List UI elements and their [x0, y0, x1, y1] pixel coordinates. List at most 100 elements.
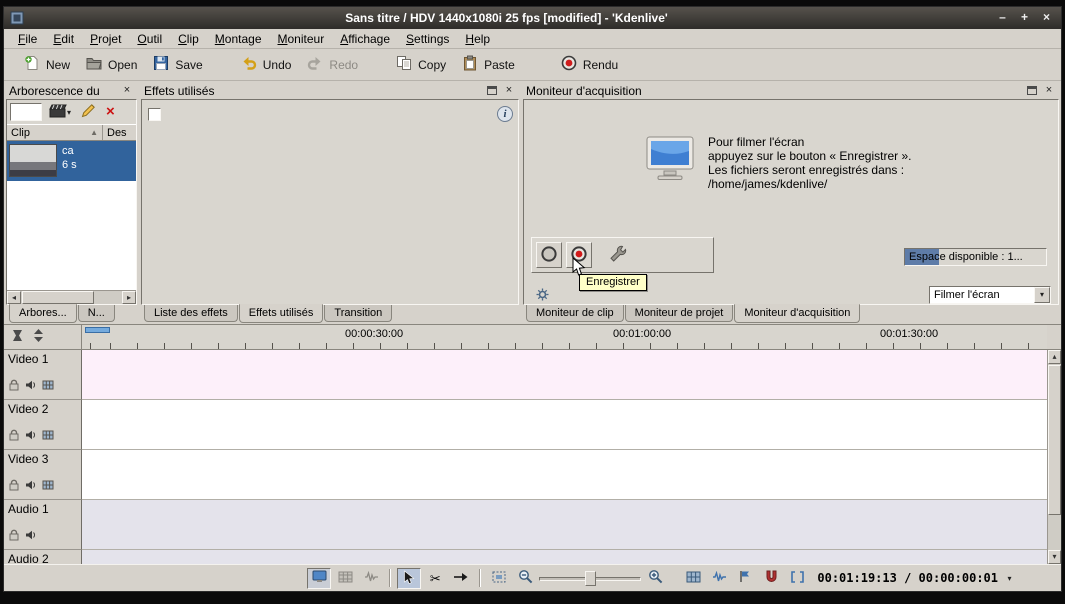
clip-list-hscrollbar[interactable]: ◂ ▸: [7, 290, 136, 304]
stop-capture-button[interactable]: [536, 242, 562, 268]
menu-clip[interactable]: Clip: [170, 30, 207, 48]
save-button[interactable]: Save: [145, 50, 210, 79]
effect-enable-checkbox[interactable]: [148, 108, 161, 121]
timecode-dropdown-button[interactable]: ▾: [1002, 569, 1017, 587]
capture-monitor-header[interactable]: Moniteur d'acquisition ×: [523, 82, 1059, 99]
vscroll-thumb[interactable]: [1048, 365, 1061, 515]
collapse-tracks-icon[interactable]: [11, 329, 24, 345]
speaker-icon[interactable]: [25, 479, 37, 494]
menu-projet[interactable]: Projet: [82, 30, 129, 48]
markers-toggle[interactable]: [733, 568, 757, 589]
timeline-zone-bar[interactable]: [85, 327, 110, 333]
close-panel-icon[interactable]: ×: [1042, 84, 1056, 97]
razor-tool-button[interactable]: ✂: [423, 568, 447, 589]
menu-file[interactable]: File: [10, 30, 45, 48]
tab-project-monitor[interactable]: Moniteur de projet: [624, 305, 734, 322]
track-header-audio1[interactable]: Audio 1: [4, 500, 82, 550]
lock-icon[interactable]: [8, 529, 20, 544]
snap-toggle[interactable]: [759, 568, 783, 589]
track-header-audio2[interactable]: Audio 2: [4, 550, 82, 564]
menu-affichage[interactable]: Affichage: [332, 30, 398, 48]
scroll-down-icon[interactable]: ▾: [1048, 550, 1061, 564]
paste-button[interactable]: Paste: [454, 50, 523, 79]
thumbnails-icon[interactable]: [42, 379, 54, 394]
minimize-button[interactable]: –: [994, 10, 1011, 26]
timecode-display[interactable]: 00:01:19:13 / 00:00:00:01: [817, 571, 998, 585]
tab-n[interactable]: N...: [77, 305, 115, 322]
zoom-slider[interactable]: [539, 569, 642, 587]
clip-filter-input[interactable]: [10, 103, 42, 121]
timeline-vscrollbar[interactable]: ▴ ▾: [1047, 350, 1061, 564]
tab-effect-list[interactable]: Liste des effets: [144, 305, 238, 322]
film-frames-button[interactable]: [333, 568, 357, 589]
track-header-video1[interactable]: Video 1: [4, 350, 82, 400]
column-header-description[interactable]: Des: [103, 125, 136, 140]
zone-toggle[interactable]: [785, 568, 809, 589]
menu-help[interactable]: Help: [457, 30, 498, 48]
close-button[interactable]: ×: [1038, 10, 1055, 26]
scroll-left-icon[interactable]: ◂: [7, 291, 21, 304]
track-lane-audio2[interactable]: [82, 550, 1047, 564]
scroll-right-icon[interactable]: ▸: [122, 291, 136, 304]
select-tool-button[interactable]: [397, 567, 422, 589]
float-panel-icon[interactable]: [485, 84, 499, 97]
edit-clip-button[interactable]: [78, 102, 99, 122]
redo-button[interactable]: Redo: [299, 50, 366, 79]
capture-source-select[interactable]: Filmer l'écran ▾: [929, 286, 1051, 304]
tab-capture-monitor[interactable]: Moniteur d'acquisition: [734, 304, 861, 323]
tab-arborescence[interactable]: Arbores...: [9, 304, 77, 323]
zoom-out-button[interactable]: [513, 568, 537, 589]
menu-montage[interactable]: Montage: [207, 30, 270, 48]
capture-options-button[interactable]: [532, 288, 552, 304]
menu-edit[interactable]: Edit: [45, 30, 82, 48]
render-button[interactable]: Rendu: [553, 50, 626, 79]
track-header-video3[interactable]: Video 3: [4, 450, 82, 500]
capture-config-button[interactable]: [604, 242, 632, 268]
add-clip-button[interactable]: ▾: [46, 102, 74, 122]
float-panel-icon[interactable]: [1025, 84, 1039, 97]
track-header-video2[interactable]: Video 2: [4, 400, 82, 450]
zoom-in-button[interactable]: [643, 568, 667, 589]
copy-button[interactable]: Copy: [388, 50, 454, 79]
undo-button[interactable]: Undo: [233, 50, 300, 79]
hscroll-thumb[interactable]: [22, 291, 94, 304]
clip-list[interactable]: ca 6 s: [7, 141, 136, 290]
vscroll-track[interactable]: [1048, 516, 1061, 550]
menu-settings[interactable]: Settings: [398, 30, 457, 48]
tab-transition[interactable]: Transition: [324, 305, 393, 322]
audio-thumbnails-toggle[interactable]: [707, 568, 731, 589]
track-lane-video3[interactable]: [82, 450, 1047, 500]
track-lane-audio1[interactable]: [82, 500, 1047, 550]
monitor-screen-button[interactable]: [307, 567, 332, 589]
close-panel-icon[interactable]: ×: [502, 84, 516, 97]
thumbnails-icon[interactable]: [42, 479, 54, 494]
timeline-lanes[interactable]: [82, 350, 1047, 564]
zoom-slider-handle[interactable]: [585, 571, 597, 586]
tab-clip-monitor[interactable]: Moniteur de clip: [526, 305, 624, 322]
menu-moniteur[interactable]: Moniteur: [270, 30, 333, 48]
close-panel-icon[interactable]: ×: [120, 84, 134, 97]
fit-zoom-button[interactable]: [487, 568, 511, 589]
chevron-down-icon[interactable]: ▾: [1034, 287, 1050, 303]
resize-tracks-icon[interactable]: [33, 329, 44, 345]
delete-clip-button[interactable]: ×: [103, 102, 118, 122]
effects-header[interactable]: Effets utilisés ×: [141, 82, 519, 99]
info-icon[interactable]: i: [497, 106, 513, 122]
menu-outil[interactable]: Outil: [129, 30, 170, 48]
maximize-button[interactable]: +: [1016, 10, 1033, 26]
speaker-icon[interactable]: [25, 429, 37, 444]
lock-icon[interactable]: [8, 479, 20, 494]
thumbnails-icon[interactable]: [42, 429, 54, 444]
titlebar[interactable]: Sans titre / HDV 1440x1080i 25 fps [modi…: [4, 7, 1061, 29]
spacer-tool-button[interactable]: [449, 568, 473, 589]
open-button[interactable]: Open: [78, 50, 145, 79]
lock-icon[interactable]: [8, 429, 20, 444]
video-thumbnails-toggle[interactable]: [681, 568, 705, 589]
timeline-ruler[interactable]: 00:00:30:00 00:01:00:00 00:01:30:00: [82, 325, 1047, 349]
track-lane-video1[interactable]: [82, 350, 1047, 400]
column-header-clip[interactable]: Clip ▲: [7, 125, 103, 140]
audio-wave-button[interactable]: [359, 568, 383, 589]
tab-effect-stack[interactable]: Effets utilisés: [238, 304, 324, 323]
project-tree-header[interactable]: Arborescence du ×: [6, 82, 137, 99]
speaker-icon[interactable]: [25, 379, 37, 394]
